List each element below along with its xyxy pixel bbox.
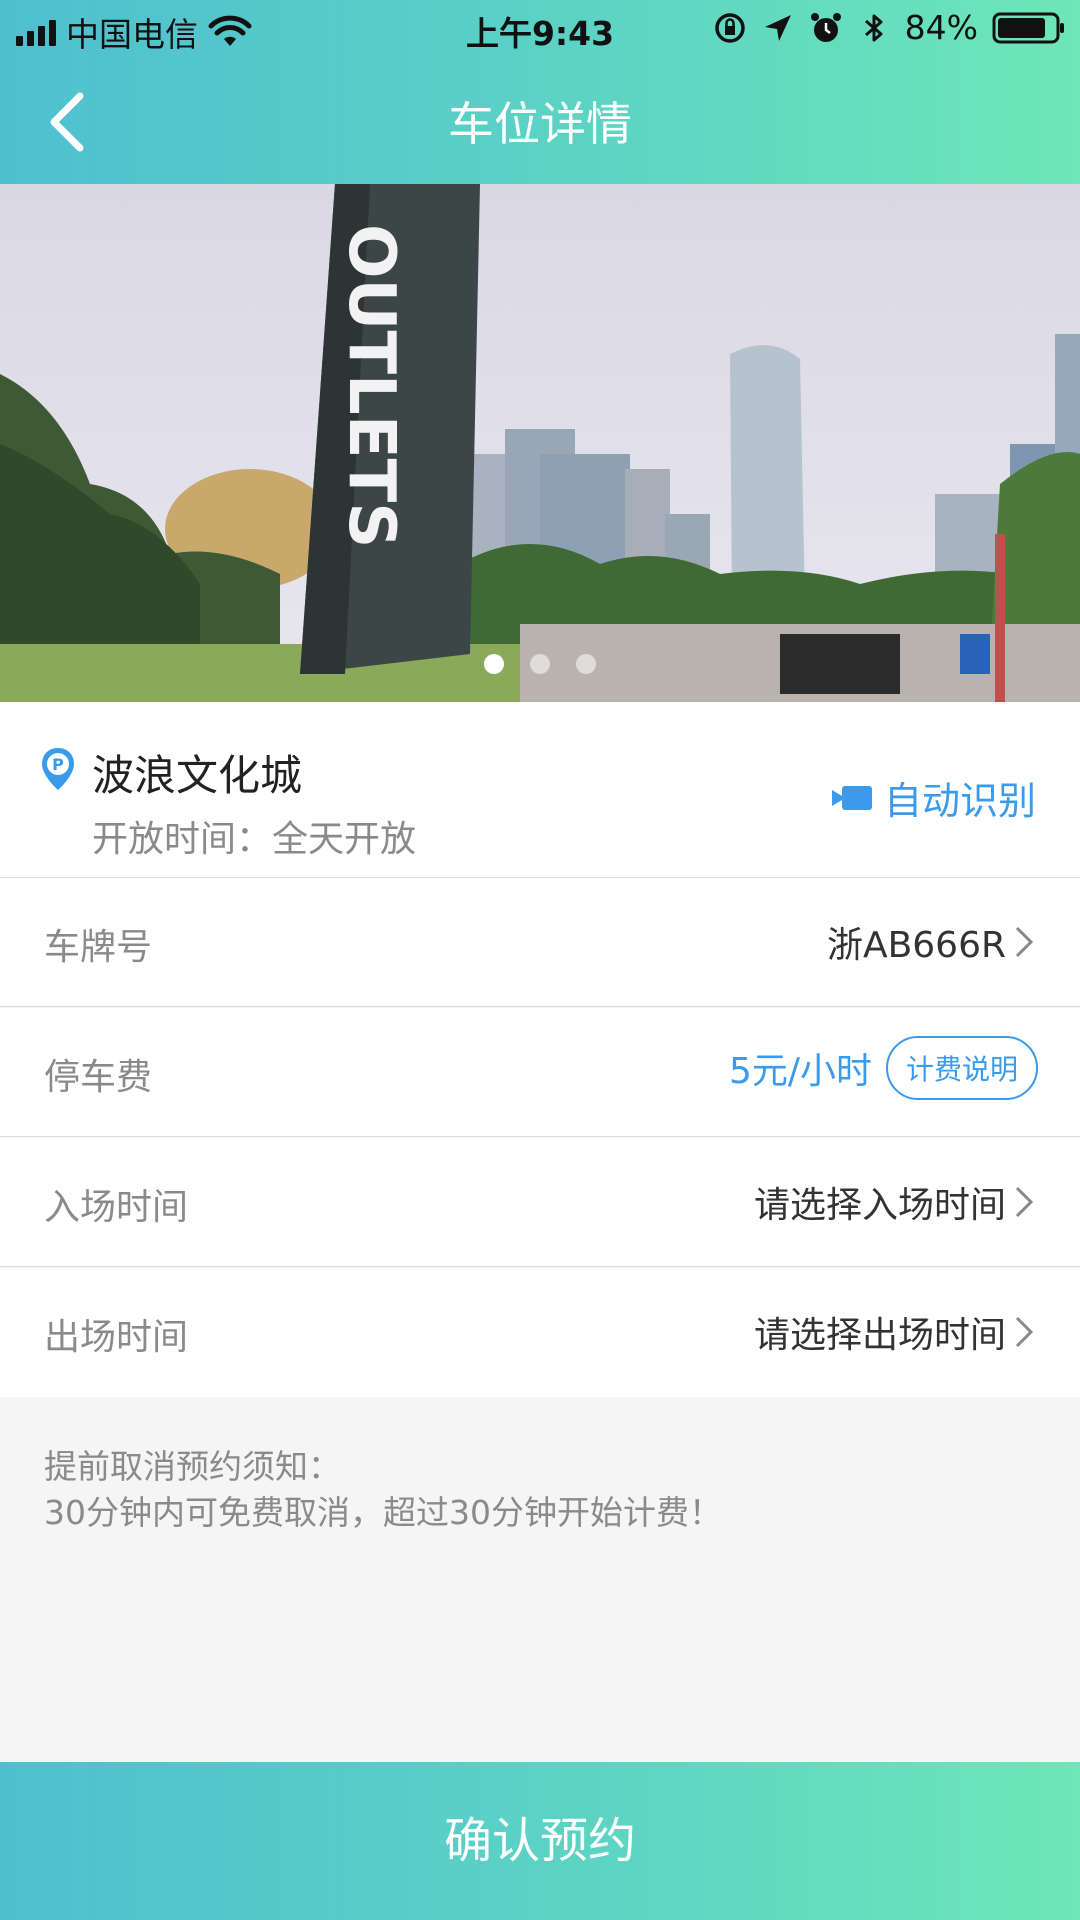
entry-time-row[interactable]: 入场时间 请选择入场时间	[0, 1138, 1080, 1267]
chevron-right-icon	[1015, 1316, 1034, 1348]
fee-rate: 5元/小时	[728, 1051, 872, 1092]
alarm-icon	[810, 12, 841, 42]
battery-icon	[992, 12, 1064, 43]
fee-row: 停车费 5元/小时 计费说明	[0, 1008, 1080, 1137]
cancellation-notice: 提前取消预约须知： 30分钟内可免费取消，超过30分钟开始计费！	[44, 1444, 722, 1536]
plate-value[interactable]: 浙AB666R	[827, 916, 1034, 968]
notice-title: 提前取消预约须知：	[44, 1447, 341, 1486]
carousel-dot[interactable]	[530, 654, 550, 674]
bluetooth-icon	[864, 14, 883, 41]
exit-time-row[interactable]: 出场时间 请选择出场时间	[0, 1268, 1080, 1397]
exit-time-placeholder: 请选择出场时间	[753, 1315, 1006, 1356]
exit-time-label: 出场时间	[44, 1317, 189, 1358]
status-right: 84%	[713, 8, 1066, 47]
camera-icon	[831, 785, 872, 810]
lot-info: P 波浪文化城 开放时间：全天开放 自动识别	[0, 702, 1080, 878]
fee-info: 5元/小时 计费说明	[729, 1036, 1038, 1100]
plate-label: 车牌号	[44, 927, 153, 968]
entry-time-label: 入场时间	[44, 1187, 189, 1228]
fee-explanation-button[interactable]: 计费说明	[885, 1036, 1038, 1100]
entry-time-placeholder: 请选择入场时间	[753, 1185, 1006, 1226]
photo-carousel[interactable]: OUTLETS	[0, 184, 1080, 702]
chevron-right-icon	[1015, 1186, 1034, 1218]
carousel-dot[interactable]	[484, 654, 504, 674]
plate-row[interactable]: 车牌号 浙AB666R	[0, 878, 1080, 1007]
notice-text: 30分钟内可免费取消，超过30分钟开始计费！	[44, 1493, 722, 1532]
nav-bar: 车位详情	[0, 58, 1080, 184]
fee-label: 停车费	[44, 1057, 153, 1098]
auto-recognize-button[interactable]: 自动识别	[831, 770, 1036, 825]
battery-percent: 84%	[904, 8, 978, 47]
confirm-reservation-button[interactable]: 确认预约	[0, 1762, 1080, 1920]
opening-hours: 开放时间：全天开放	[92, 819, 417, 860]
entry-time-value[interactable]: 请选择入场时间	[754, 1176, 1034, 1228]
rotation-lock-icon	[714, 12, 745, 43]
status-bar: 中国电信 上午9:43 84%	[0, 0, 1080, 58]
carousel-dot[interactable]	[576, 654, 596, 674]
outlets-sign: OUTLETS	[334, 224, 408, 548]
lot-name: 波浪文化城	[92, 751, 303, 800]
carousel-indicators	[0, 654, 1080, 674]
parking-pin-icon: P	[42, 748, 74, 790]
chevron-right-icon	[1015, 926, 1034, 958]
location-arrow-icon	[764, 14, 791, 41]
auto-recognize-label: 自动识别	[883, 779, 1036, 823]
svg-text:P: P	[52, 755, 64, 774]
page-title: 车位详情	[448, 97, 632, 151]
banner-photo: OUTLETS	[0, 184, 1080, 702]
header: 中国电信 上午9:43 84% 车位详情	[0, 0, 1080, 184]
plate-number: 浙AB666R	[826, 925, 1006, 966]
exit-time-value[interactable]: 请选择出场时间	[754, 1306, 1034, 1358]
